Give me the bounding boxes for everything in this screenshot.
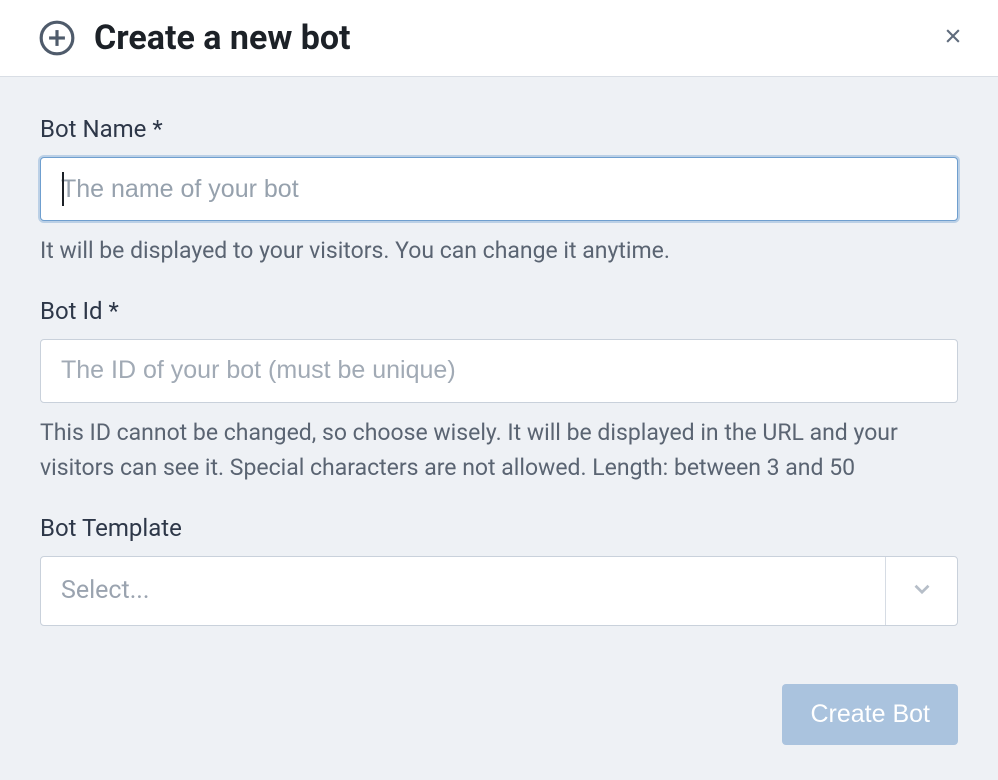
bot-name-help: It will be displayed to your visitors. Y… <box>40 233 958 269</box>
close-button[interactable] <box>938 23 968 53</box>
select-indicator <box>885 557 957 625</box>
text-cursor <box>62 172 64 206</box>
bot-id-help: This ID cannot be changed, so choose wis… <box>40 415 958 486</box>
bot-template-value: Select... <box>41 576 885 605</box>
bot-id-label: Bot Id * <box>40 297 958 325</box>
modal-title: Create a new bot <box>94 18 938 58</box>
modal-footer: Create Bot <box>0 684 998 745</box>
close-icon <box>943 26 963 50</box>
bot-id-input[interactable] <box>40 339 958 403</box>
plus-circle-icon <box>38 19 76 57</box>
bot-name-input[interactable] <box>40 157 958 221</box>
bot-template-group: Bot Template Select... <box>40 514 958 626</box>
chevron-down-icon <box>909 576 935 606</box>
bot-id-group: Bot Id * This ID cannot be changed, so c… <box>40 297 958 486</box>
modal-header: Create a new bot <box>0 0 998 77</box>
bot-name-input-wrapper <box>40 157 958 221</box>
modal-body: Bot Name * It will be displayed to your … <box>0 77 998 684</box>
bot-name-label: Bot Name * <box>40 115 958 143</box>
bot-template-label: Bot Template <box>40 514 958 542</box>
create-bot-button[interactable]: Create Bot <box>782 684 958 745</box>
create-bot-modal: Create a new bot Bot Name * It will be d… <box>0 0 998 780</box>
bot-name-group: Bot Name * It will be displayed to your … <box>40 115 958 269</box>
bot-template-select[interactable]: Select... <box>40 556 958 626</box>
